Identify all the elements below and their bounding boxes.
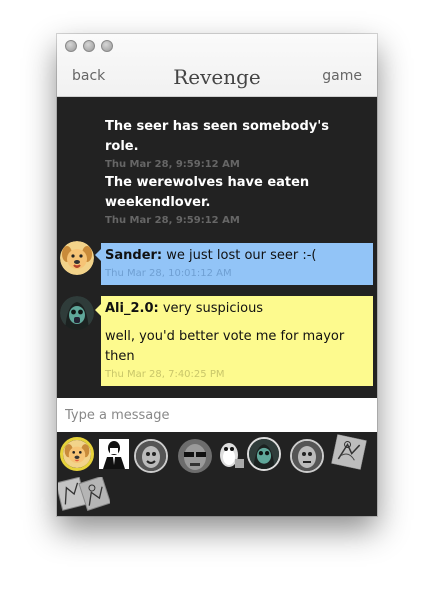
player-list [57,432,377,516]
cartoon-face-avatar-icon[interactable] [290,439,324,473]
face-with-sunglasses-avatar-icon[interactable] [178,439,212,473]
window-close-button[interactable] [65,40,77,52]
message-timestamp: Thu Mar 28, 7:40:25 PM [105,369,225,380]
window-zoom-button[interactable] [101,40,113,52]
player-avatar-selected[interactable] [60,437,94,471]
title-bar: back Revenge game [57,34,377,97]
message-input-bar [57,398,377,432]
message-list[interactable]: The seer has seen somebody's role. Thu M… [57,97,377,398]
dog-avatar-icon [63,440,91,468]
message-text: very suspicious [162,301,264,316]
window-minimize-button[interactable] [83,40,95,52]
message-author: Ali_2.0: [105,301,159,316]
sketch-figure-avatar-icon[interactable] [330,433,368,471]
system-message-text: The seer has seen somebody's role. [105,119,329,154]
message-timestamp: Thu Mar 28, 9:59:12 AM [105,215,240,226]
game-button[interactable]: game [322,68,362,84]
system-message-text: The werewolves have eaten weekendlover. [105,175,310,210]
chat-message: Sander: we just lost our seer :-( Thu Ma… [101,243,373,285]
man-in-suit-avatar-icon[interactable] [99,439,129,469]
message-author: Sander: [105,248,163,263]
chat-message: Ali_2.0: very suspicious well, you'd bet… [101,296,373,386]
system-message: The seer has seen somebody's role. Thu M… [105,117,365,173]
hooded-gasmask-avatar-icon[interactable] [60,296,94,330]
sketch-figures-avatar-icon[interactable] [57,475,112,512]
message-timestamp: Thu Mar 28, 9:59:12 AM [105,159,240,170]
dog-avatar-icon[interactable] [60,241,94,275]
message-timestamp: Thu Mar 28, 10:01:12 AM [105,268,232,279]
app-window: back Revenge game The seer has seen some… [57,34,377,516]
cartoon-face-avatar-icon[interactable] [134,439,168,473]
message-input[interactable] [57,398,365,432]
message-text: we just lost our seer :-( [166,248,317,263]
penguin-robot-avatar-icon[interactable] [216,439,246,469]
hooded-gasmask-avatar-icon[interactable] [247,437,281,471]
message-text: well, you'd better vote me for mayor the… [105,329,345,364]
system-message: The werewolves have eaten weekendlover. … [105,173,365,229]
